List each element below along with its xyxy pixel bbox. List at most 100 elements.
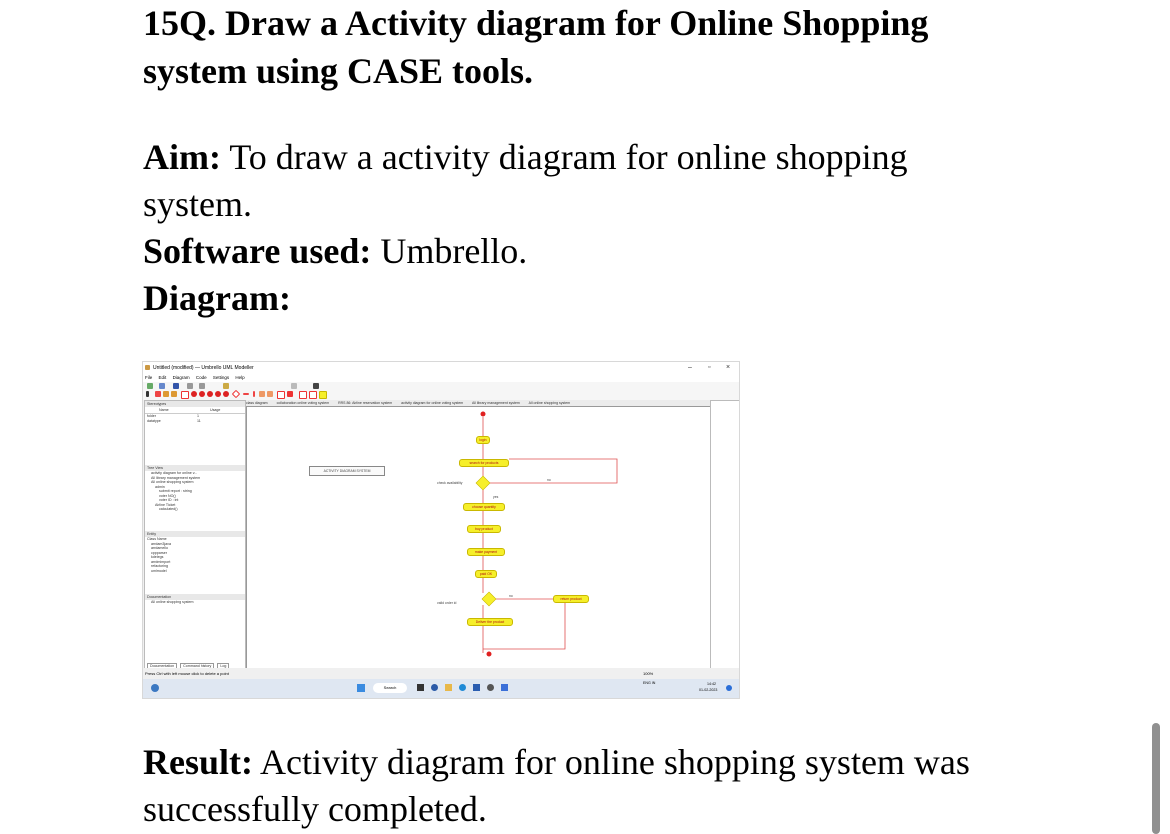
list-item[interactable]: umlmodel xyxy=(145,569,245,574)
find-binoculars-icon[interactable] xyxy=(313,383,319,389)
question-heading: 15Q. Draw a Activity diagram for Online … xyxy=(143,3,929,91)
select-arrow-icon[interactable] xyxy=(146,391,149,397)
windows-start-icon[interactable] xyxy=(357,684,365,692)
software-label: Software used: xyxy=(143,231,372,271)
tool-icon[interactable] xyxy=(253,391,255,397)
menu-edit[interactable]: Edit xyxy=(159,375,167,380)
maximize-icon[interactable]: ▫ xyxy=(708,362,710,374)
label-yes: yes xyxy=(493,495,499,499)
umbrello-screenshot: Untitled (modified) — Umbrello UML Model… xyxy=(142,361,740,699)
label-no: no xyxy=(509,594,513,598)
tool-icon[interactable] xyxy=(287,391,293,397)
activity-diagram-lines xyxy=(475,411,618,657)
activity-search-products[interactable]: search for products xyxy=(459,459,509,467)
stereotype-usage: 11 xyxy=(197,419,201,423)
tool-icon[interactable] xyxy=(259,391,265,397)
zoom-level[interactable]: 100% xyxy=(643,668,653,679)
tab-diagram[interactable]: activity diagram for online voting syste… xyxy=(401,401,463,405)
close-icon[interactable]: × xyxy=(726,362,730,374)
table-row[interactable]: datatype 11 xyxy=(145,419,245,424)
status-text: Press Ctrl with left mouse click to dele… xyxy=(145,671,229,676)
menu-diagram[interactable]: Diagram xyxy=(173,375,190,380)
stereotype-name: datatype xyxy=(147,419,161,423)
app-icon[interactable] xyxy=(487,684,494,691)
menu-bar: File Edit Diagram Code Settings Help xyxy=(143,374,739,382)
page-scrollbar[interactable] xyxy=(1152,723,1160,834)
diagram-label: Diagram: xyxy=(143,278,291,318)
windows-taskbar: Search ENG IN 14:42 01-02-2023 xyxy=(143,679,739,698)
activity-choose-quantity[interactable]: choose quantity xyxy=(463,503,505,511)
activity-login[interactable]: login xyxy=(476,436,490,444)
branch-tool-icon[interactable] xyxy=(231,389,241,399)
cut-icon[interactable] xyxy=(199,383,205,389)
activity-paid-ok[interactable]: paid OK xyxy=(475,570,497,578)
tab-diagram[interactable]: RRS 86: Airline reservation system xyxy=(338,401,392,405)
taskbar-search[interactable]: Search xyxy=(373,683,407,693)
tool-icon[interactable] xyxy=(267,391,273,397)
paste-icon[interactable] xyxy=(223,383,229,389)
menu-file[interactable]: File xyxy=(145,375,152,380)
right-panel xyxy=(710,400,739,670)
tool-icon[interactable] xyxy=(207,391,213,397)
result-label: Result: xyxy=(143,742,253,782)
language-indicator[interactable]: ENG IN xyxy=(643,681,655,686)
window-titlebar: Untitled (modified) — Umbrello UML Model… xyxy=(143,362,739,374)
final-state-icon[interactable] xyxy=(199,391,205,397)
tree-item[interactable]: calculated() xyxy=(145,507,245,512)
tool-icon[interactable] xyxy=(163,391,169,397)
tab-diagram[interactable]: class diagram xyxy=(246,401,268,405)
window-title: Untitled (modified) — Umbrello UML Model… xyxy=(153,365,254,371)
tree-view-panel: Tree View activity diagram for online v.… xyxy=(145,465,245,512)
diagram-canvas[interactable]: login search for products choose quantit… xyxy=(246,406,712,670)
flow-line xyxy=(483,603,566,650)
main-toolbar xyxy=(143,382,739,390)
new-icon[interactable] xyxy=(147,383,153,389)
taskview-icon[interactable] xyxy=(417,684,424,691)
save-icon[interactable] xyxy=(173,383,179,389)
tool-icon[interactable] xyxy=(223,391,229,397)
tool-icon[interactable] xyxy=(171,391,177,397)
umbrello-icon[interactable] xyxy=(501,684,508,691)
diagram-toolbar xyxy=(143,389,739,400)
fork-tool-icon[interactable] xyxy=(243,393,249,395)
tool-icon[interactable] xyxy=(299,391,307,399)
note-tool-icon[interactable] xyxy=(319,391,327,399)
clock-date[interactable]: 01-02-2023 xyxy=(699,688,717,692)
tab-diagram[interactable]: collaboration online voting system xyxy=(277,401,330,405)
tool-icon[interactable] xyxy=(309,391,317,399)
browser-icon[interactable] xyxy=(151,684,159,692)
activity-make-payment[interactable]: make payment xyxy=(467,548,505,556)
minimize-icon[interactable]: – xyxy=(688,362,692,374)
activity-deliver-product[interactable]: Deliver the product xyxy=(467,618,513,626)
find-icon[interactable] xyxy=(291,383,297,389)
label-valid-order-id: valid order id xyxy=(437,601,457,605)
edge-icon[interactable] xyxy=(459,684,466,691)
tool-icon[interactable] xyxy=(277,391,285,399)
documentation-panel: Documentation All online shopping system xyxy=(145,594,245,605)
menu-help[interactable]: Help xyxy=(235,375,244,380)
diagram-note[interactable]: ACTIVITY DIAGRAM SYSTEM xyxy=(309,466,385,476)
aim-paragraph: Aim: To draw a activity diagram for onli… xyxy=(143,134,1023,228)
clock-time[interactable]: 14:42 xyxy=(707,682,716,686)
menu-settings[interactable]: Settings xyxy=(213,375,229,380)
tool-icon[interactable] xyxy=(155,391,161,397)
print-icon[interactable] xyxy=(187,383,193,389)
app-icon[interactable] xyxy=(473,684,480,691)
activity-return-product[interactable]: return product xyxy=(553,595,589,603)
notification-icon[interactable] xyxy=(726,685,732,691)
tab-diagram[interactable]: All library management system xyxy=(472,401,520,405)
documentation-text[interactable]: All online shopping system xyxy=(145,600,245,605)
entity-panel: Entity Class Name arrdam3java arrdamello… xyxy=(145,531,245,573)
tab-diagram-active[interactable]: All online shopping system xyxy=(529,401,570,405)
app-icon xyxy=(145,365,150,370)
open-icon[interactable] xyxy=(159,383,165,389)
activity-buy-product[interactable]: buy product xyxy=(467,525,501,533)
result-paragraph: Result: Activity diagram for online shop… xyxy=(143,739,1023,833)
menu-code[interactable]: Code xyxy=(196,375,207,380)
tool-icon[interactable] xyxy=(215,391,221,397)
activity-tool-icon[interactable] xyxy=(181,391,189,399)
app-icon[interactable] xyxy=(431,684,438,691)
initial-node xyxy=(480,411,486,417)
initial-state-icon[interactable] xyxy=(191,391,197,397)
folder-icon[interactable] xyxy=(445,684,452,691)
